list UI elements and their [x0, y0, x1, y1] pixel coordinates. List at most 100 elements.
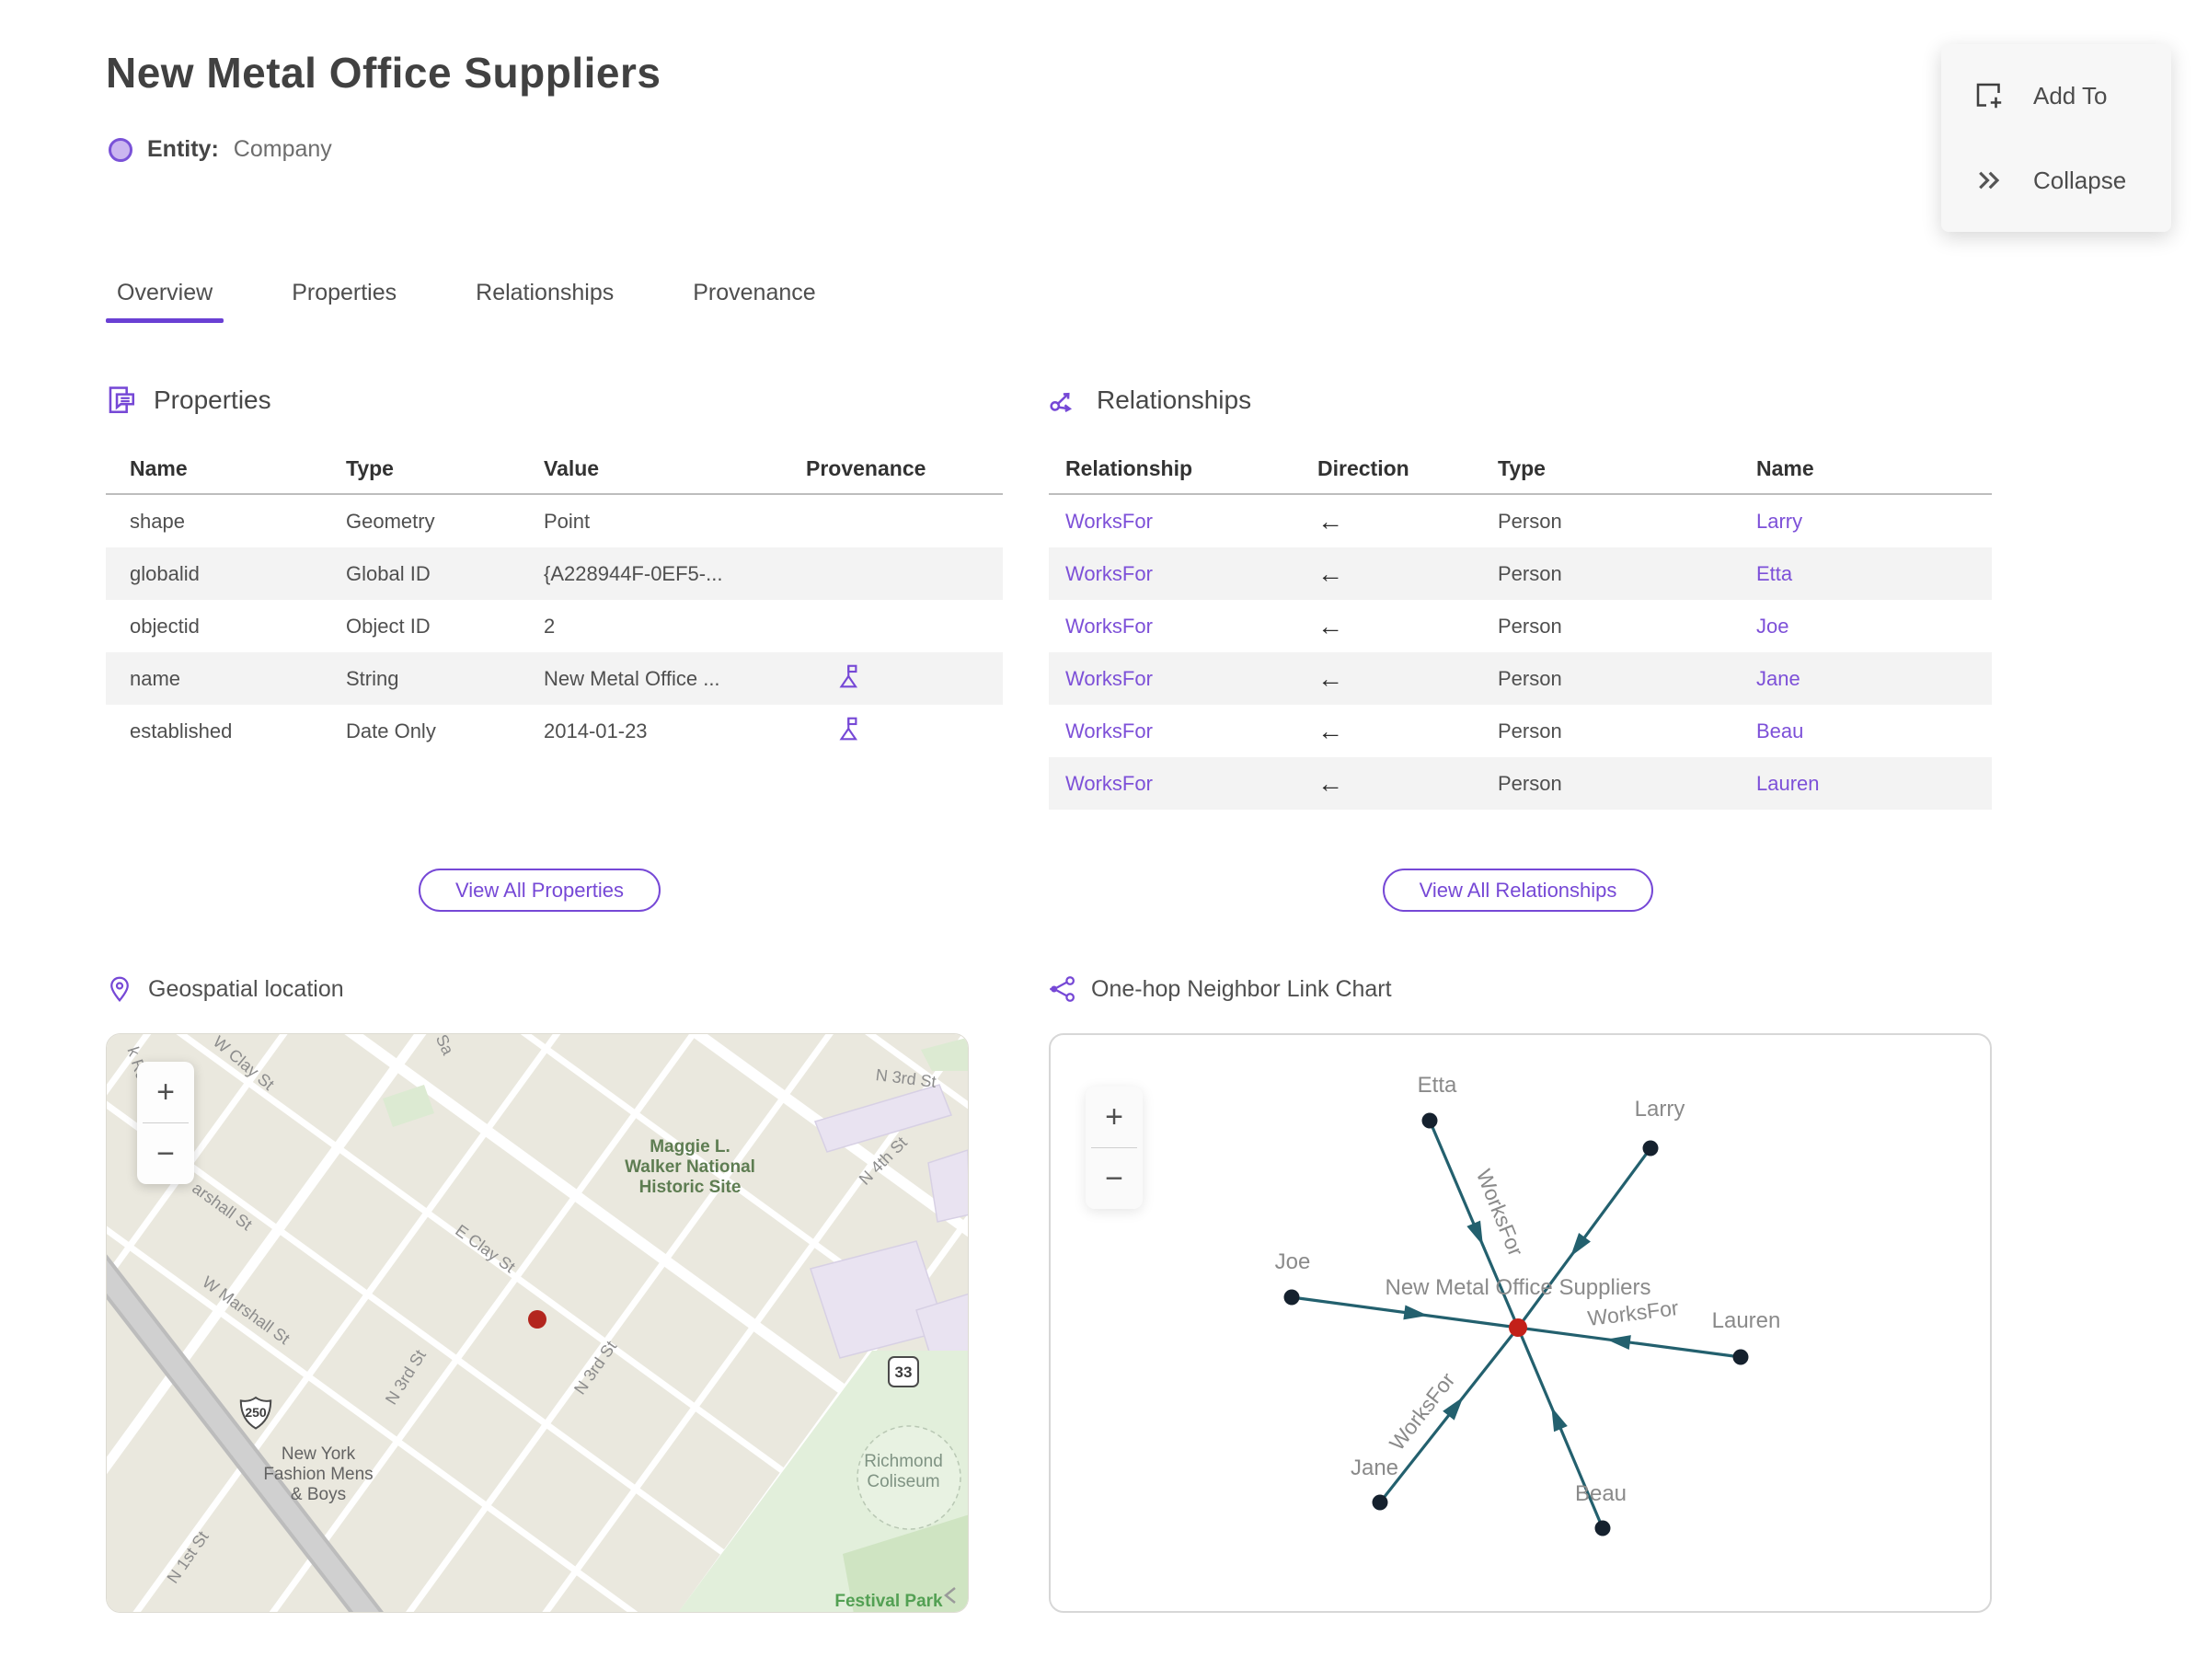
col-type: Type: [346, 455, 394, 480]
map-zoom-out-button[interactable]: −: [137, 1123, 194, 1184]
relationships-section-title: Relationships: [1097, 385, 1252, 414]
properties-section-title: Properties: [154, 385, 271, 414]
edge-arrowhead: [1606, 1335, 1631, 1351]
direction-arrow: ←: [1317, 611, 1343, 640]
add-to-label: Add To: [2033, 81, 2108, 109]
tab-relationships[interactable]: Relationships: [465, 272, 625, 323]
chart-node-joe[interactable]: [1283, 1289, 1300, 1306]
related-entity-type: Person: [1498, 614, 1562, 638]
relationship-type-link[interactable]: WorksFor: [1065, 667, 1317, 691]
properties-table-header: Name Type Value Provenance: [106, 443, 1003, 495]
relationship-row-joe: WorksFor ← Person Joe: [1049, 600, 1992, 652]
properties-icon: [109, 386, 135, 414]
chart-center-label: New Metal Office Suppliers: [1385, 1275, 1650, 1300]
property-row-established: established Date Only 2014-01-23: [106, 705, 1003, 757]
chart-center-node[interactable]: [1509, 1318, 1527, 1337]
related-entity-link[interactable]: Jane: [1756, 667, 1992, 691]
geospatial-section-title: Geospatial location: [148, 975, 344, 1002]
link-chart-icon: [1050, 976, 1075, 1002]
relationships-table-body: WorksFor ← Person Larry WorksFor ← Person Etta W…: [1049, 495, 1992, 810]
edge-arrowhead: [1551, 1407, 1568, 1433]
relationship-type-link[interactable]: WorksFor: [1065, 615, 1317, 639]
col-name: Name: [130, 455, 188, 480]
place-label: Maggie L.: [650, 1137, 730, 1156]
property-provenance: [806, 715, 1027, 748]
chart-node-label-etta: Etta: [1418, 1073, 1457, 1098]
property-type: Object ID: [346, 614, 431, 638]
direction-arrow: ←: [1317, 558, 1343, 588]
entity-type-icon: [109, 137, 132, 162]
tab-properties[interactable]: Properties: [281, 272, 408, 323]
view-all-properties-button[interactable]: View All Properties: [419, 869, 661, 912]
property-provenance: [806, 662, 1027, 696]
related-entity-type: Person: [1498, 509, 1562, 533]
chart-node-beau[interactable]: [1594, 1520, 1611, 1536]
chart-node-jane[interactable]: [1372, 1494, 1388, 1511]
one-hop-link-chart[interactable]: WorksFor WorksFor WorksFor Etta Larry Joe Laur…: [1049, 1033, 1992, 1613]
relationship-type-link[interactable]: WorksFor: [1065, 562, 1317, 586]
col-name: Name: [1756, 455, 1814, 480]
view-all-relationships-button[interactable]: View All Relationships: [1383, 869, 1653, 912]
related-entity-link[interactable]: Beau: [1756, 719, 1992, 743]
collapse-menu-item[interactable]: Collapse: [1941, 138, 2171, 223]
chart-node-larry[interactable]: [1642, 1140, 1659, 1156]
place-label: Richmond: [864, 1452, 943, 1471]
chart-node-etta[interactable]: [1421, 1112, 1438, 1129]
collapse-label: Collapse: [2033, 166, 2127, 194]
map-zoom-in-button[interactable]: +: [137, 1062, 194, 1122]
relationship-row-jane: WorksFor ← Person Jane: [1049, 652, 1992, 705]
svg-text:250: 250: [245, 1405, 267, 1420]
related-entity-type: Person: [1498, 719, 1562, 742]
col-direction: Direction: [1317, 455, 1409, 480]
tab-overview[interactable]: Overview: [106, 272, 224, 323]
property-name: objectid: [130, 614, 200, 638]
entity-location-marker[interactable]: [528, 1310, 546, 1329]
chart-node-label-jane: Jane: [1351, 1456, 1398, 1480]
add-to-menu-item[interactable]: Add To: [1941, 53, 2171, 138]
place-label: Coliseum: [867, 1472, 939, 1491]
properties-section-header: Properties: [106, 385, 271, 416]
edge-arrowhead: [1570, 1233, 1591, 1257]
edge-label-worksfor: WorksFor: [1586, 1295, 1680, 1330]
entity-detail-page: New Metal Office Suppliers Entity: Compa…: [0, 0, 2208, 1680]
related-entity-link[interactable]: Joe: [1756, 615, 1992, 639]
relationship-type-link[interactable]: WorksFor: [1065, 510, 1317, 534]
chart-zoom-in-button[interactable]: +: [1086, 1087, 1143, 1147]
related-entity-link[interactable]: Etta: [1756, 562, 1992, 586]
chart-node-label-lauren: Lauren: [1712, 1308, 1781, 1333]
property-row-objectid: objectid Object ID 2: [106, 600, 1003, 652]
properties-table-body: shape Geometry Point globalid Global ID {A228…: [106, 495, 1003, 757]
map-zoom-control: + −: [137, 1062, 194, 1184]
chart-node-lauren[interactable]: [1732, 1349, 1749, 1365]
related-entity-link[interactable]: Larry: [1756, 510, 1992, 534]
relationships-icon: [1050, 392, 1073, 413]
property-type: Date Only: [346, 719, 436, 742]
property-value: {A228944F-0EF5-...: [544, 561, 723, 585]
add-to-icon: [1976, 83, 2002, 109]
map-canvas: k Rd W Clay St Saarshall StW Marshall StE …: [107, 1034, 968, 1612]
provenance-flag-icon[interactable]: [834, 715, 861, 742]
direction-arrow: ←: [1317, 663, 1343, 693]
relationship-type-link[interactable]: WorksFor: [1065, 719, 1317, 743]
relationships-table: Relationship Direction Type Name WorksFo…: [1049, 443, 1992, 810]
edge-arrowhead: [1466, 1220, 1483, 1246]
property-type: Geometry: [346, 509, 435, 533]
related-entity-link[interactable]: Lauren: [1756, 772, 1992, 796]
link-chart-section-header: One-hop Neighbor Link Chart: [1049, 975, 1392, 1003]
tab-provenance[interactable]: Provenance: [682, 272, 826, 323]
related-entity-type: Person: [1498, 561, 1562, 585]
chart-zoom-control: + −: [1086, 1087, 1143, 1209]
place-label: Historic Site: [639, 1178, 742, 1197]
property-name: established: [130, 719, 233, 742]
relationship-row-lauren: WorksFor ← Person Lauren: [1049, 757, 1992, 810]
property-row-globalid: globalid Global ID {A228944F-0EF5-...: [106, 547, 1003, 600]
property-value: Point: [544, 509, 591, 533]
provenance-flag-icon[interactable]: [834, 662, 861, 690]
property-name: globalid: [130, 561, 200, 585]
chart-zoom-out-button[interactable]: −: [1086, 1148, 1143, 1209]
map-pin-icon: [110, 976, 129, 1002]
geospatial-map[interactable]: k Rd W Clay St Sa arshall St W Marshall St E …: [106, 1033, 969, 1613]
property-type: Global ID: [346, 561, 431, 585]
page-title: New Metal Office Suppliers: [106, 49, 661, 97]
relationship-type-link[interactable]: WorksFor: [1065, 772, 1317, 796]
